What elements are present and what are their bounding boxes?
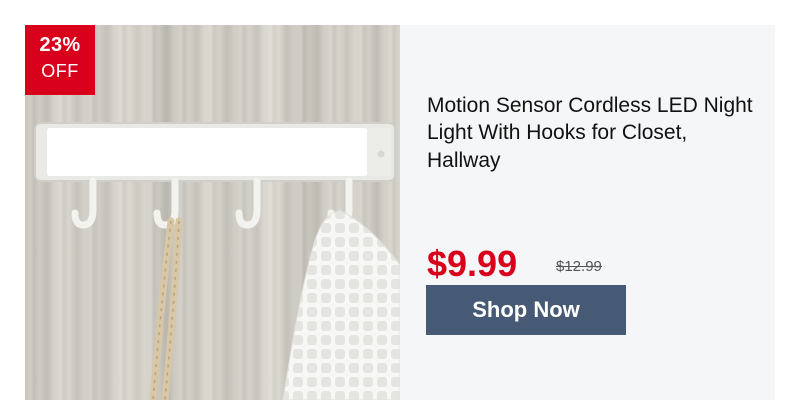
product-card: 23% OFF Motion Sensor Cordless LED Night… — [25, 25, 775, 400]
hooks — [71, 177, 353, 229]
motion-sensor-dot — [377, 150, 385, 158]
discount-percent: 23% — [39, 34, 81, 56]
shop-now-button[interactable]: Shop Now — [426, 285, 626, 335]
discount-label: OFF — [41, 61, 79, 81]
sale-price: $9.99 — [427, 243, 518, 284]
light-bar-glow — [47, 128, 367, 176]
hook-3 — [235, 177, 261, 229]
hanging-rope — [149, 217, 183, 400]
waffle-towel — [282, 210, 400, 400]
original-price: $12.99 — [556, 258, 602, 275]
product-title[interactable]: Motion Sensor Cordless LED Night Light W… — [427, 92, 757, 174]
discount-badge: 23% OFF — [25, 25, 95, 95]
hook-1 — [71, 177, 97, 229]
